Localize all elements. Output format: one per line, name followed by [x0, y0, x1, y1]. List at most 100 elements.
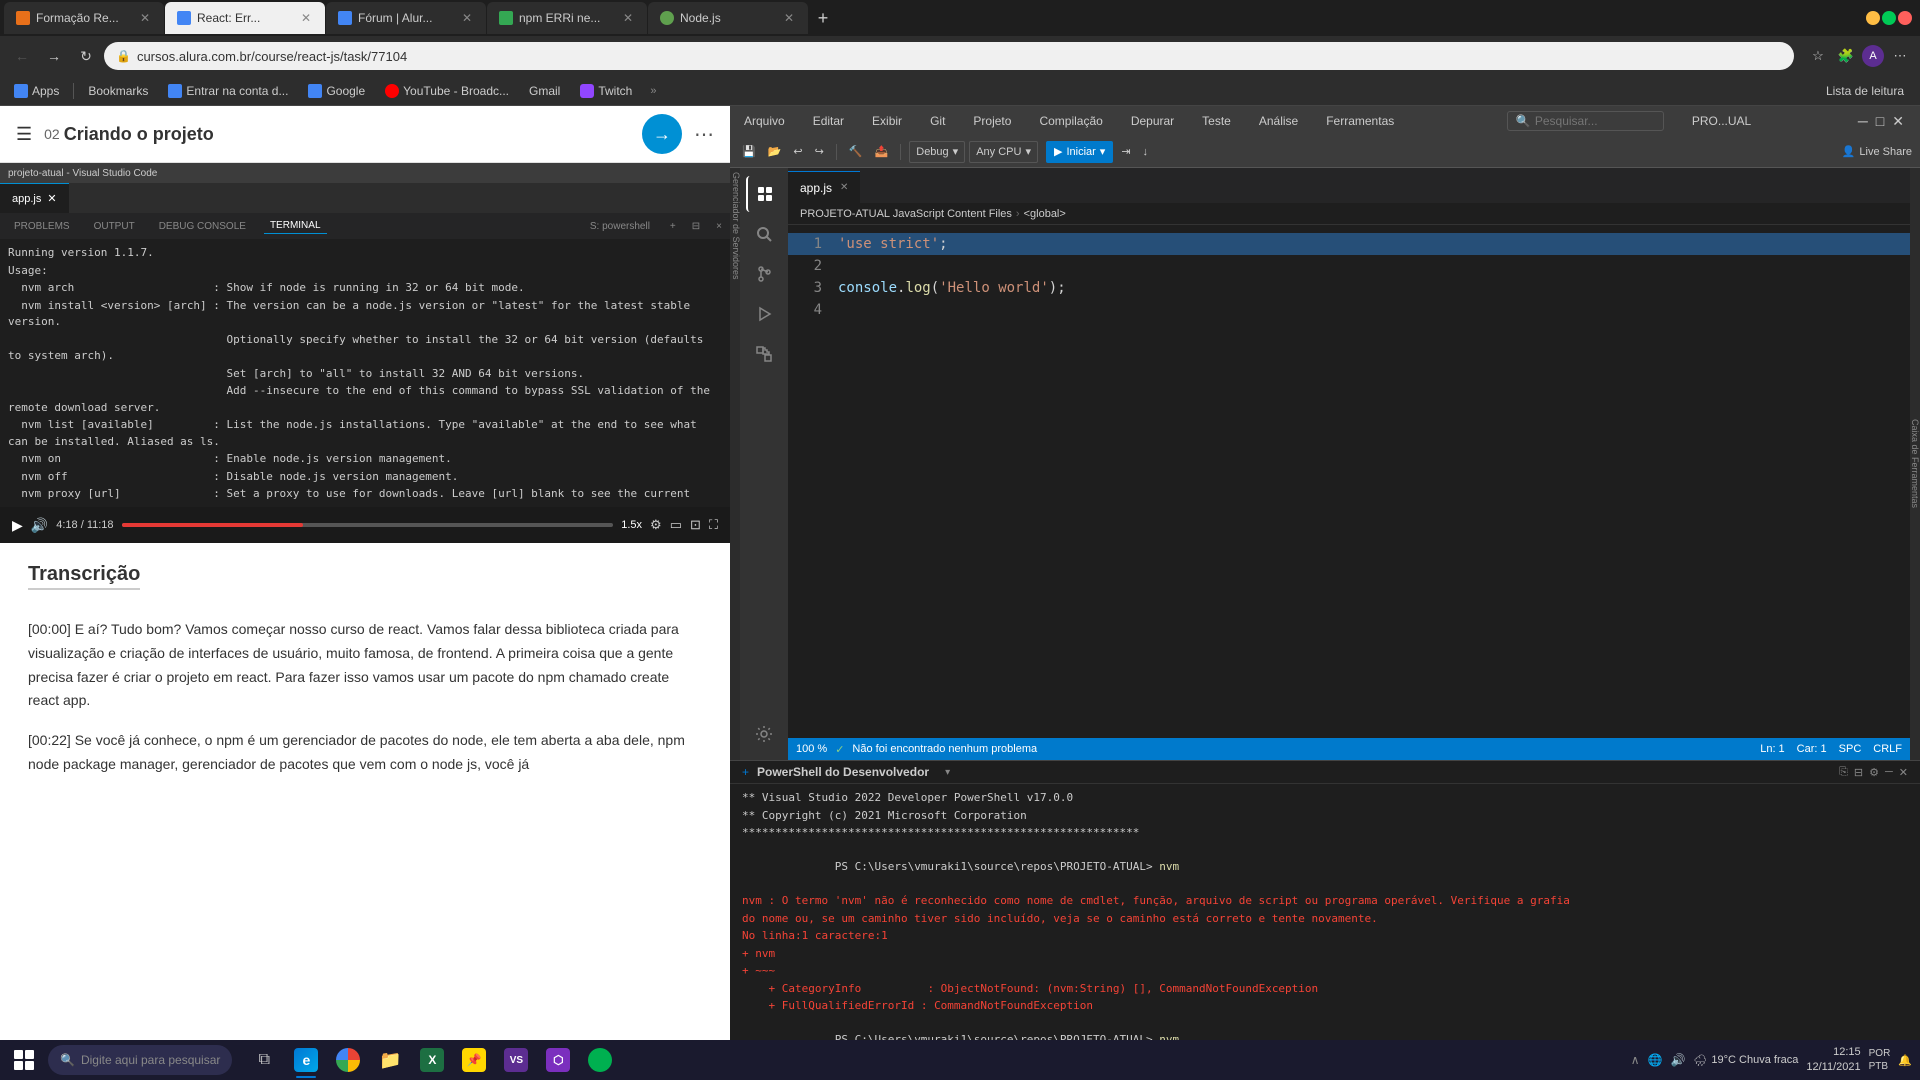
- taskbar-edge[interactable]: e: [286, 1040, 326, 1080]
- vscode-search-box[interactable]: 🔍: [1507, 111, 1664, 131]
- editor-tab-appjs[interactable]: app.js ✕: [788, 171, 860, 203]
- vsc-maximize-icon[interactable]: □: [1876, 113, 1884, 130]
- tab-5-close[interactable]: ✕: [782, 9, 796, 27]
- play-button[interactable]: ▶: [12, 517, 23, 534]
- taskbar-show-hidden-icon[interactable]: ∧: [1631, 1053, 1640, 1067]
- profile-icon[interactable]: A: [1862, 45, 1884, 67]
- window-minimize[interactable]: [1866, 11, 1880, 25]
- taskbar-green-app[interactable]: [580, 1040, 620, 1080]
- term-tab-output[interactable]: OUTPUT: [88, 219, 141, 234]
- miniplayer-icon[interactable]: ⊡: [690, 517, 701, 533]
- caixa-ferramentas-label[interactable]: Caixa de Ferramentas: [1909, 415, 1920, 512]
- taskbar-network-icon[interactable]: 🌐: [1648, 1053, 1663, 1067]
- tab-4-close[interactable]: ✕: [621, 9, 635, 27]
- tb-step-over-icon[interactable]: ⇥: [1117, 141, 1134, 163]
- tb-start-button[interactable]: ▶ Iniciar ▾: [1046, 141, 1113, 163]
- taskbar-vs[interactable]: VS: [496, 1040, 536, 1080]
- vscode-search-input[interactable]: [1535, 114, 1655, 128]
- activity-debug-icon[interactable]: [746, 296, 782, 332]
- ps-close-panel-icon[interactable]: ✕: [1899, 766, 1908, 779]
- activity-settings-icon[interactable]: [746, 716, 782, 752]
- vsc-close-icon[interactable]: ✕: [1892, 113, 1904, 130]
- term-tab-problems[interactable]: PROBLEMS: [8, 219, 76, 234]
- tab-3-close[interactable]: ✕: [460, 9, 474, 27]
- term-tab-terminal[interactable]: TERMINAL: [264, 218, 327, 234]
- tb-undo-icon[interactable]: ↩: [789, 141, 806, 163]
- settings-icon[interactable]: ⋯: [1888, 44, 1912, 68]
- tab-3[interactable]: Fórum | Alur... ✕: [326, 2, 486, 34]
- vsc-minimize-icon[interactable]: ─: [1858, 113, 1868, 130]
- menu-analise[interactable]: Análise: [1253, 112, 1304, 130]
- taskbar-task-view[interactable]: ⧉: [244, 1040, 284, 1080]
- bookmark-twitch[interactable]: Twitch: [574, 82, 638, 100]
- activity-explorer-icon[interactable]: [746, 176, 782, 212]
- volume-button[interactable]: 🔊: [31, 517, 48, 534]
- bookmark-youtube[interactable]: YouTube - Broadc...: [379, 82, 515, 100]
- taskbar-purple-app[interactable]: ⬡: [538, 1040, 578, 1080]
- term-tab-debug[interactable]: DEBUG CONSOLE: [153, 219, 252, 234]
- tb-save-icon[interactable]: 💾: [738, 141, 760, 163]
- activity-git-icon[interactable]: [746, 256, 782, 292]
- tab-2[interactable]: React: Err... ✕: [165, 2, 325, 34]
- taskbar-sticky[interactable]: 📌: [454, 1040, 494, 1080]
- progress-bar[interactable]: [122, 523, 614, 527]
- tab-1[interactable]: Formação Re... ✕: [4, 2, 164, 34]
- menu-teste[interactable]: Teste: [1196, 112, 1237, 130]
- bookmark-apps[interactable]: Apps: [8, 82, 65, 100]
- activity-extensions-icon[interactable]: [746, 336, 782, 372]
- tb-publish-icon[interactable]: 📤: [871, 141, 893, 163]
- theater-icon[interactable]: ▭: [670, 517, 682, 533]
- notification-icon[interactable]: 🔔: [1898, 1054, 1912, 1067]
- terminal-ctrl-3[interactable]: ×: [716, 221, 722, 232]
- back-button[interactable]: ←: [8, 42, 36, 70]
- ps-dropdown-icon[interactable]: ▾: [945, 767, 950, 778]
- tab-5[interactable]: Node.js ✕: [648, 2, 808, 34]
- taskbar-volume-icon[interactable]: 🔊: [1671, 1053, 1686, 1067]
- speed-button[interactable]: 1.5x: [621, 519, 642, 531]
- reload-button[interactable]: ↻: [72, 42, 100, 70]
- menu-exibir[interactable]: Exibir: [866, 112, 908, 130]
- terminal-ctrl-1[interactable]: +: [670, 221, 676, 232]
- menu-ferramentas[interactable]: Ferramentas: [1320, 112, 1400, 130]
- hamburger-icon[interactable]: ☰: [16, 124, 32, 145]
- menu-arquivo[interactable]: Arquivo: [738, 112, 791, 130]
- course-menu-icon[interactable]: ⋯: [694, 122, 714, 147]
- settings-video-icon[interactable]: ⚙: [650, 517, 662, 533]
- taskbar-excel[interactable]: X: [412, 1040, 452, 1080]
- ps-settings-icon[interactable]: ⚙: [1869, 766, 1879, 779]
- bookmark-star-icon[interactable]: ☆: [1806, 44, 1830, 68]
- activity-search-icon[interactable]: [746, 216, 782, 252]
- window-close[interactable]: [1898, 11, 1912, 25]
- tb-debug-dropdown[interactable]: Debug ▾: [909, 141, 965, 163]
- fullscreen-icon[interactable]: ⛶: [709, 517, 718, 533]
- window-maximize[interactable]: [1882, 11, 1896, 25]
- tab-4[interactable]: npm ERRi ne... ✕: [487, 2, 647, 34]
- start-button[interactable]: [8, 1044, 40, 1076]
- taskbar-chrome[interactable]: [328, 1040, 368, 1080]
- ps-clear-icon[interactable]: ⊟: [1854, 766, 1863, 779]
- ps-add-icon[interactable]: +: [742, 765, 749, 779]
- tab-2-close[interactable]: ✕: [299, 9, 313, 27]
- ps-minimize-icon[interactable]: ─: [1885, 766, 1893, 779]
- menu-depurar[interactable]: Depurar: [1125, 112, 1180, 130]
- liveshare-button[interactable]: 👤 Live Share: [1842, 145, 1912, 158]
- forward-button[interactable]: →: [40, 42, 68, 70]
- tb-open-icon[interactable]: 📂: [764, 141, 786, 163]
- tab-1-close[interactable]: ✕: [138, 9, 152, 27]
- terminal-ctrl-2[interactable]: ⊟: [692, 221, 700, 232]
- tb-step-in-icon[interactable]: ↓: [1139, 141, 1153, 163]
- address-bar[interactable]: 🔒 cursos.alura.com.br/course/react-js/ta…: [104, 42, 1794, 70]
- editor-tab-close-icon[interactable]: ✕: [840, 182, 848, 193]
- menu-projeto[interactable]: Projeto: [967, 112, 1017, 130]
- bookmark-gmail[interactable]: Gmail: [523, 82, 566, 100]
- extension-icon[interactable]: 🧩: [1834, 44, 1858, 68]
- menu-compilacao[interactable]: Compilação: [1033, 112, 1108, 130]
- taskbar-explorer[interactable]: 📁: [370, 1040, 410, 1080]
- tb-redo-icon[interactable]: ↪: [811, 141, 828, 163]
- bookmark-bookmarks[interactable]: Bookmarks: [82, 82, 154, 100]
- tb-build-icon[interactable]: 🔨: [845, 141, 867, 163]
- menu-git[interactable]: Git: [924, 112, 951, 130]
- ps-copy-icon[interactable]: ⎘: [1839, 766, 1848, 779]
- taskbar-search[interactable]: 🔍 Digite aqui para pesquisar: [48, 1045, 232, 1075]
- bookmark-google[interactable]: Google: [302, 82, 371, 100]
